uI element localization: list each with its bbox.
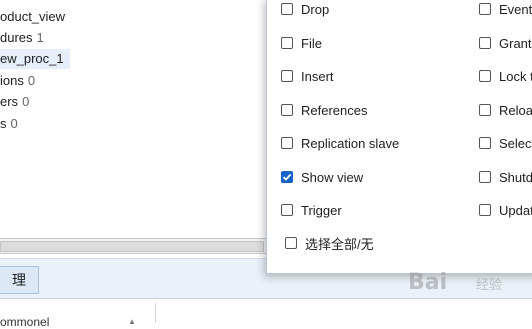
privilege-show-view[interactable]: Show view	[281, 167, 363, 187]
tree-item-count: 0	[27, 73, 36, 88]
checkbox[interactable]	[281, 104, 293, 116]
privilege-label: Reload	[499, 102, 532, 118]
checkbox[interactable]	[281, 70, 293, 82]
select-all-none[interactable]: 选择全部/无	[285, 233, 374, 253]
privilege-label: Show view	[301, 169, 364, 185]
privilege-update[interactable]: Updat	[479, 200, 532, 220]
tree-item-triggers[interactable]: ers 0	[0, 92, 29, 112]
checkbox[interactable]	[479, 104, 491, 116]
checkbox[interactable]	[281, 3, 293, 15]
privilege-lock-tables[interactable]: Lock t	[479, 66, 532, 86]
privilege-label: Drop	[301, 1, 330, 17]
tree-item-functions[interactable]: ions 0	[0, 71, 35, 91]
checkbox[interactable]	[281, 137, 293, 149]
horizontal-scrollbar[interactable]	[0, 238, 266, 254]
privilege-label: Insert	[301, 68, 334, 84]
checkbox[interactable]	[479, 204, 491, 216]
privilege-reload[interactable]: Reload	[479, 100, 532, 120]
tree-item-label: ions	[0, 73, 24, 88]
privilege-label: Select	[499, 135, 532, 151]
privileges-dialog: Drop File Insert References Replication …	[266, 0, 532, 274]
tree-item-count: 1	[36, 30, 44, 45]
privilege-label: Shutd	[499, 169, 532, 185]
privilege-grant[interactable]: Grant	[479, 33, 532, 53]
checkbox[interactable]	[479, 37, 491, 49]
checkbox[interactable]	[479, 171, 491, 183]
privilege-label: Trigger	[301, 202, 342, 218]
privilege-select[interactable]: Select	[479, 133, 532, 153]
checkbox-checked[interactable]	[281, 171, 293, 183]
lower-pane-text: ommonel	[0, 315, 50, 329]
privilege-references[interactable]: References	[281, 100, 367, 120]
tree-item-label: ew_proc_1	[0, 51, 64, 66]
manage-tab-button[interactable]: 理	[0, 266, 39, 294]
tree-item-events[interactable]: s0	[0, 114, 18, 134]
privilege-replication-slave[interactable]: Replication slave	[281, 133, 399, 153]
lower-pane: ommonel ▲	[0, 298, 532, 329]
watermark-sub: 经验	[476, 278, 503, 293]
baidu-watermark: Bai 经验	[408, 270, 532, 300]
tree-item-count: 0	[22, 94, 30, 109]
privilege-label: Grant	[499, 35, 532, 51]
tree-item-label: oduct_view	[0, 9, 66, 24]
column-divider	[155, 303, 156, 323]
checkbox[interactable]	[281, 37, 293, 49]
privilege-label: References	[301, 102, 368, 118]
tree-item-label: s	[0, 116, 7, 131]
tree-item-label: dures	[0, 30, 33, 45]
privilege-event[interactable]: Event	[479, 0, 532, 19]
privilege-drop[interactable]: Drop	[281, 0, 329, 19]
checkbox[interactable]	[281, 204, 293, 216]
tree-item-view-proc-1[interactable]: ew_proc_1	[0, 49, 70, 69]
privilege-shutdown[interactable]: Shutd	[479, 167, 532, 187]
select-all-label: 选择全部/无	[305, 236, 374, 252]
checkbox[interactable]	[479, 70, 491, 82]
tree-item-product-view[interactable]: oduct_view	[0, 7, 65, 27]
scrollbar-thumb[interactable]	[0, 241, 264, 252]
tree-item-label: ers	[0, 94, 19, 109]
tree-item-count: 0	[10, 116, 18, 131]
checkbox[interactable]	[285, 237, 297, 249]
checkbox[interactable]	[479, 3, 491, 15]
privilege-label: Lock t	[499, 68, 532, 84]
privilege-insert[interactable]: Insert	[281, 66, 334, 86]
privilege-label: Event	[499, 1, 532, 17]
privilege-label: Updat	[499, 202, 532, 218]
watermark-text: Bai	[408, 270, 448, 295]
privilege-label: File	[301, 35, 322, 51]
privilege-file[interactable]: File	[281, 33, 322, 53]
privilege-label: Replication slave	[301, 135, 400, 151]
checkbox[interactable]	[479, 137, 491, 149]
tree-item-procedures[interactable]: dures 1	[0, 28, 44, 48]
object-tree: oduct_view dures 1 ew_proc_1 ions 0 ers 0 s…	[0, 0, 270, 240]
privilege-trigger[interactable]: Trigger	[281, 200, 342, 220]
